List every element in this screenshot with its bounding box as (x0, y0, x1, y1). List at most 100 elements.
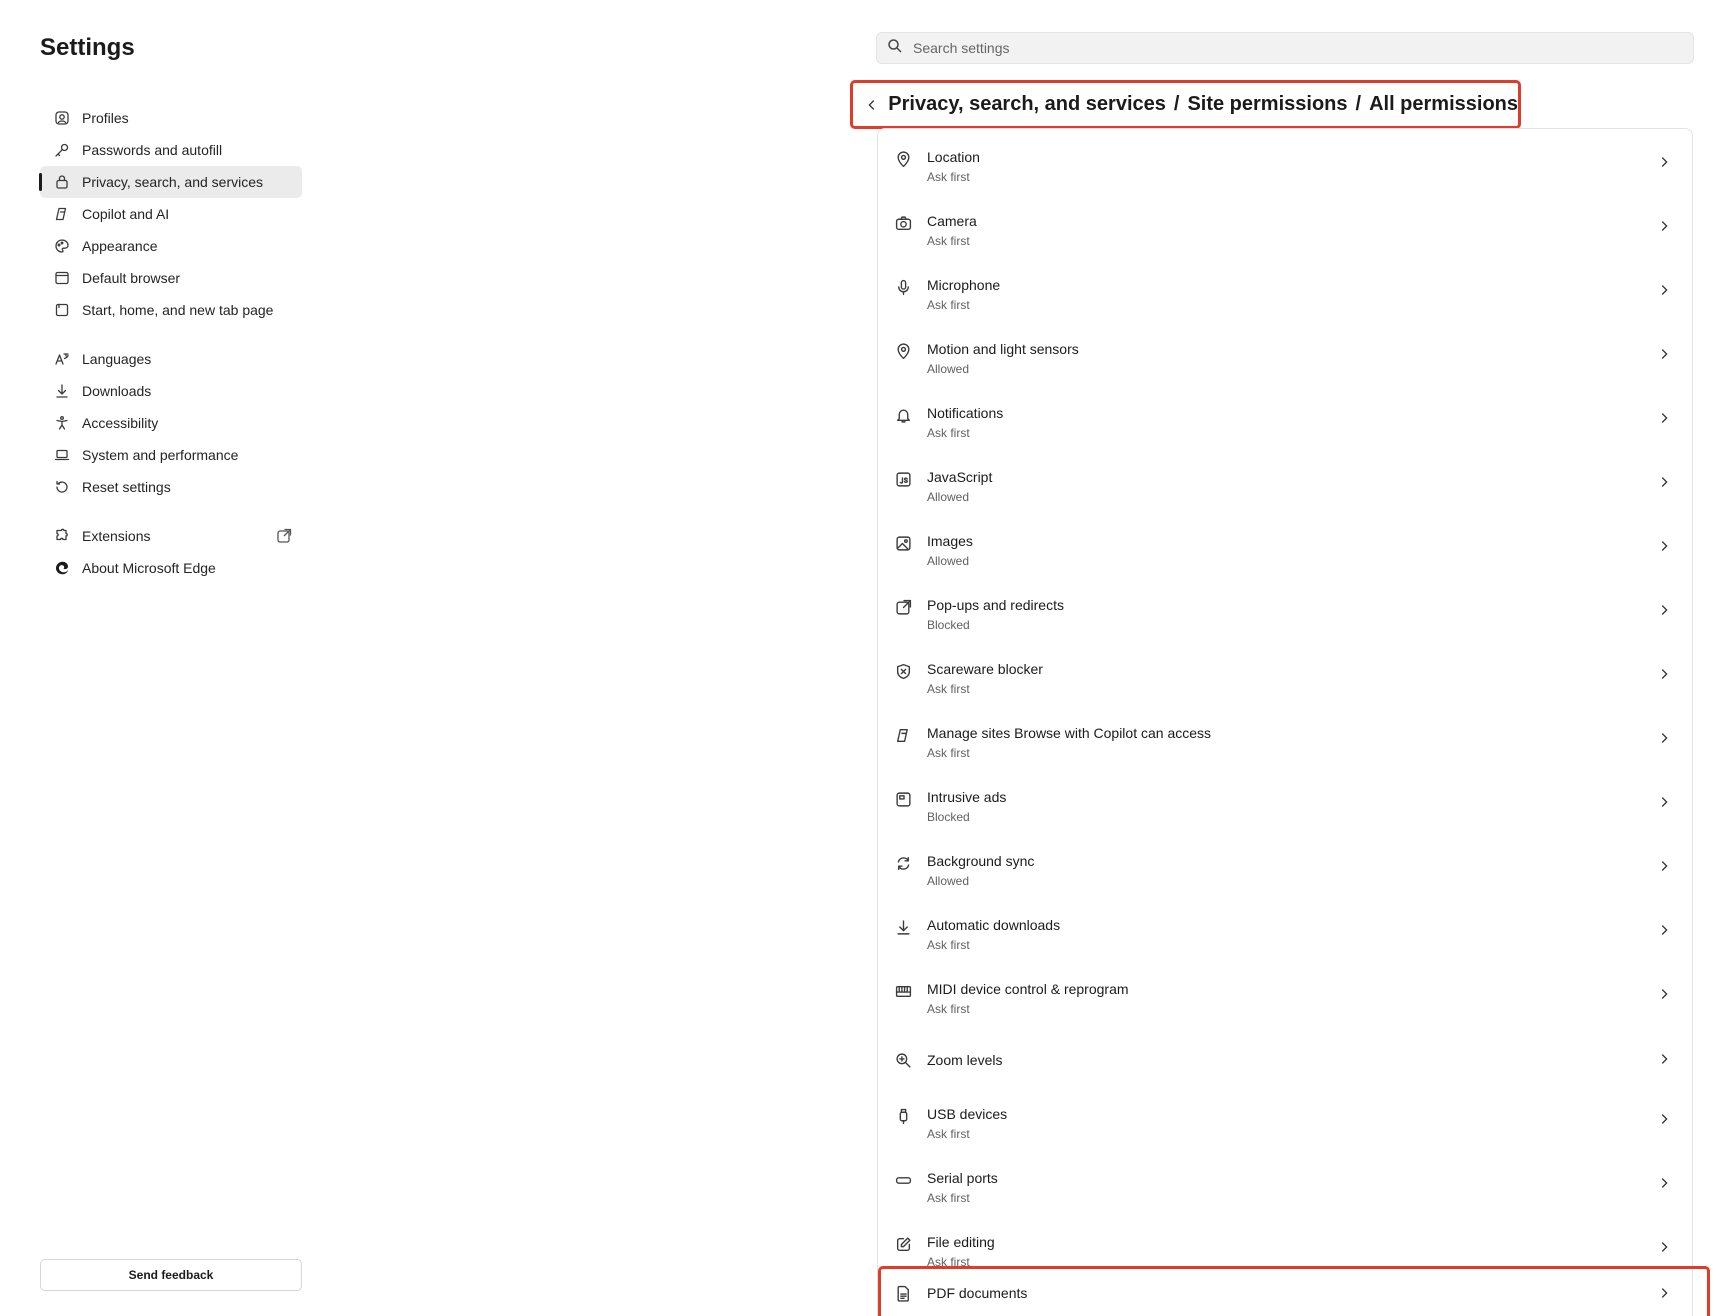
permission-title: Notifications (927, 405, 1004, 421)
breadcrumb-item[interactable]: Privacy, search, and services (888, 93, 1166, 115)
sidebar-item-label: Privacy, search, and services (82, 174, 264, 190)
sidebar-item-passwords[interactable]: Passwords and autofill (40, 134, 302, 166)
search-icon (887, 38, 903, 59)
permission-row-pdf-documents[interactable]: PDF documents (877, 1267, 1693, 1316)
sidebar-item-default-browser[interactable]: Default browser (40, 262, 302, 294)
permission-title: Serial ports (927, 1170, 998, 1186)
permission-row-location[interactable]: Location Ask first (877, 133, 1693, 197)
search-input[interactable] (913, 40, 1673, 56)
chevron-right-icon (1657, 923, 1671, 937)
sidebar-item-label: Profiles (82, 110, 129, 126)
sidebar-item-profiles[interactable]: Profiles (40, 102, 302, 134)
sync-icon (893, 853, 913, 873)
permission-title: File editing (927, 1234, 995, 1250)
sidebar: Settings Profiles Passwords and autofill… (0, 0, 320, 1316)
nav-group-secondary: Languages Downloads Accessibility System… (40, 343, 302, 503)
camera-icon (893, 213, 913, 233)
sidebar-item-appearance[interactable]: Appearance (40, 230, 302, 262)
permission-status: Allowed (927, 490, 970, 504)
chevron-right-icon (1657, 219, 1671, 233)
permission-title: Zoom levels (927, 1052, 1003, 1068)
permission-status: Allowed (927, 554, 970, 568)
sidebar-item-reset[interactable]: Reset settings (40, 471, 302, 503)
chevron-right-icon (1657, 667, 1671, 681)
midi-icon (893, 981, 913, 1001)
permission-title: MIDI device control & reprogram (927, 981, 1129, 997)
chevron-left-icon (868, 99, 874, 110)
chevron-right-icon (1657, 987, 1671, 1001)
permission-status: Blocked (927, 618, 970, 632)
permission-row-background-sync[interactable]: Background sync Allowed (877, 837, 1693, 901)
chevron-right-icon (1657, 347, 1671, 361)
permission-title: Background sync (927, 853, 1035, 869)
permission-title: Automatic downloads (927, 917, 1061, 933)
sidebar-item-languages[interactable]: Languages (40, 343, 302, 375)
profile-icon (52, 108, 72, 128)
browser-icon (52, 268, 72, 288)
permission-title: PDF documents (927, 1285, 1028, 1301)
copilot-icon (893, 725, 913, 745)
permission-row-zoom-levels[interactable]: Zoom levels (877, 1030, 1693, 1094)
permission-title: Images (927, 533, 973, 549)
chevron-right-icon (1657, 1052, 1671, 1066)
permission-title: Microphone (927, 277, 1001, 293)
sidebar-item-about[interactable]: About Microsoft Edge (40, 552, 302, 584)
permission-title: Pop-ups and redirects (927, 597, 1064, 613)
sidebar-item-downloads[interactable]: Downloads (40, 375, 302, 407)
permission-status: Ask first (927, 426, 970, 440)
permission-status: Ask first (927, 1002, 970, 1016)
puzzle-icon (52, 526, 72, 546)
lock-icon (52, 172, 72, 192)
sidebar-item-label: System and performance (82, 447, 239, 463)
pdf-icon (893, 1283, 913, 1303)
permission-row-serial-ports[interactable]: Serial ports Ask first (877, 1154, 1693, 1218)
sidebar-item-system[interactable]: System and performance (40, 439, 302, 471)
permission-row-javascript[interactable]: JavaScript Allowed (877, 453, 1693, 517)
accessibility-icon (52, 413, 72, 433)
javascript-icon (893, 469, 913, 489)
sidebar-item-accessibility[interactable]: Accessibility (40, 407, 302, 439)
permission-row-intrusive-ads[interactable]: Intrusive ads Blocked (877, 773, 1693, 837)
permission-row-microphone[interactable]: Microphone Ask first (877, 261, 1693, 325)
edge-logo-icon (52, 558, 72, 578)
sidebar-item-privacy[interactable]: Privacy, search, and services (39, 166, 302, 198)
sensor-icon (893, 341, 913, 361)
sidebar-item-label: Appearance (82, 238, 158, 254)
permission-row-automatic-downloads[interactable]: Automatic downloads Ask first (877, 901, 1693, 965)
sidebar-item-extensions[interactable]: Extensions (40, 520, 302, 552)
permission-status: Ask first (927, 682, 970, 696)
permission-title: Location (927, 149, 980, 165)
permission-status: Ask first (927, 234, 970, 248)
sidebar-item-start-home[interactable]: Start, home, and new tab page (40, 294, 302, 326)
permission-row-motion-sensors[interactable]: Motion and light sensors Allowed (877, 325, 1693, 389)
reset-icon (52, 477, 72, 497)
permission-row-scareware[interactable]: Scareware blocker Ask first (877, 645, 1693, 709)
permission-status: Ask first (927, 938, 970, 952)
sidebar-item-copilot[interactable]: Copilot and AI (40, 198, 302, 230)
permission-title: JavaScript (927, 469, 993, 485)
usb-icon (893, 1106, 913, 1126)
popup-icon (893, 597, 913, 617)
send-feedback-button[interactable]: Send feedback (40, 1259, 302, 1291)
sidebar-item-label: Languages (82, 351, 152, 367)
breadcrumb-separator: / (1173, 93, 1180, 115)
download-icon (52, 381, 72, 401)
permission-row-camera[interactable]: Camera Ask first (877, 197, 1693, 261)
sidebar-item-label: Passwords and autofill (82, 142, 223, 158)
search-box (876, 32, 1694, 64)
palette-icon (52, 236, 72, 256)
permission-row-notifications[interactable]: Notifications Ask first (877, 389, 1693, 453)
permission-row-copilot-sites[interactable]: Manage sites Browse with Copilot can acc… (877, 709, 1693, 773)
permission-row-usb[interactable]: USB devices Ask first (877, 1090, 1693, 1154)
permission-title: Manage sites Browse with Copilot can acc… (927, 725, 1212, 741)
permission-row-popups[interactable]: Pop-ups and redirects Blocked (877, 581, 1693, 645)
chevron-right-icon (1657, 603, 1671, 617)
permission-row-images[interactable]: Images Allowed (877, 517, 1693, 581)
language-icon (52, 349, 72, 369)
sidebar-item-label: Default browser (82, 270, 181, 286)
sidebar-item-label: Downloads (82, 383, 152, 399)
shield-icon (893, 661, 913, 681)
back-button[interactable] (861, 93, 882, 117)
permission-row-midi[interactable]: MIDI device control & reprogram Ask firs… (877, 965, 1693, 1029)
breadcrumb-item[interactable]: Site permissions (1187, 93, 1347, 115)
